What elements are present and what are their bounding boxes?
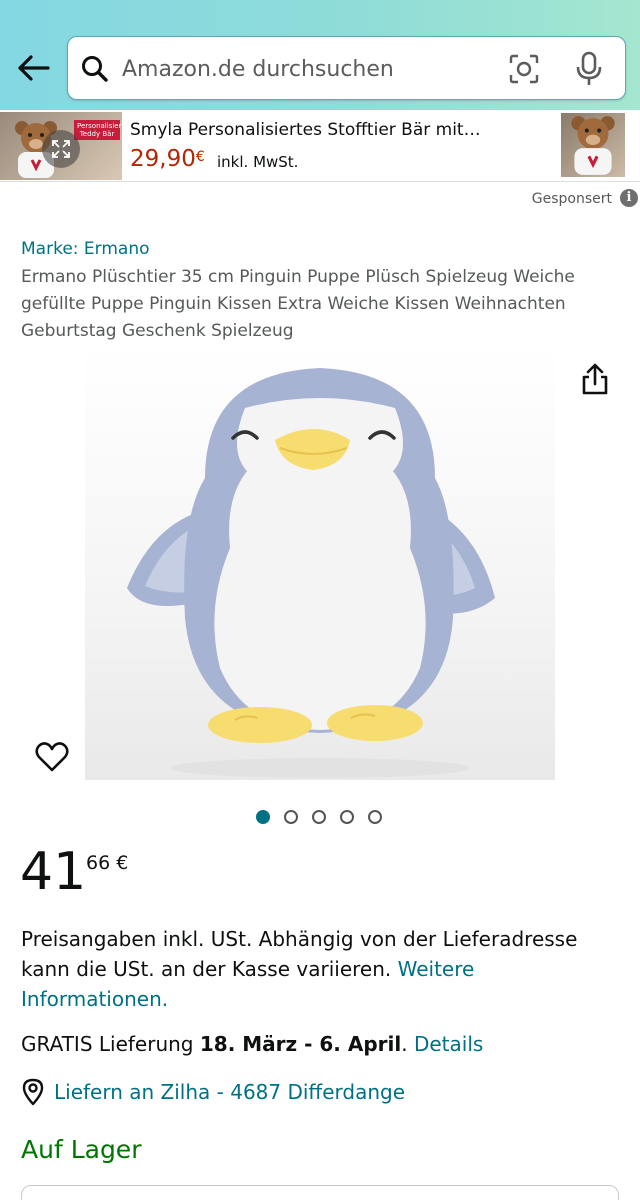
camera-lens-icon[interactable] [508,53,540,85]
sponsored-price: 29,90€ [130,146,205,172]
image-pagination [256,810,382,824]
heart-icon [35,742,69,772]
penguin-plush-image [127,368,495,778]
sponsored-currency: € [195,149,205,165]
image-dot-2[interactable] [284,810,298,824]
sponsored-price-value: 29,90 [130,146,196,172]
image-dot-4[interactable] [340,810,354,824]
expand-button[interactable] [42,130,80,168]
delivery-details-link[interactable]: Details [414,1032,483,1056]
search-icon [82,56,108,82]
search-bar[interactable] [67,36,626,101]
search-input[interactable] [122,37,502,101]
share-icon [582,363,608,395]
sponsored-label: Gesponsert [531,191,612,207]
location-text: Liefern an Zilha - 4687 Differdange [54,1080,406,1104]
delivery-dates: 18. März - 6. April [199,1032,402,1056]
delivery-prefix: GRATIS Lieferung [21,1032,194,1056]
price-fraction: 66 € [86,852,129,874]
sponsored-product-image[interactable] [561,113,625,177]
delivery-info: GRATIS Lieferung 18. März - 6. April. De… [21,1032,483,1056]
stock-status: Auf Lager [21,1135,142,1164]
tax-info: Preisangaben inkl. USt. Abhängig von der… [21,924,611,1014]
image-dot-3[interactable] [312,810,326,824]
tax-text: Preisangaben inkl. USt. Abhängig von der… [21,927,578,981]
location-pin-icon [22,1078,44,1106]
back-button[interactable] [14,48,54,88]
delivery-location[interactable]: Liefern an Zilha - 4687 Differdange [21,1078,405,1106]
sponsored-vat-note: inkl. MwSt. [217,153,299,171]
price-whole: 41 [20,842,87,902]
image-dot-5[interactable] [368,810,382,824]
product-title: Ermano Plüschtier 35 cm Pinguin Puppe Pl… [21,267,575,341]
wishlist-button[interactable] [34,740,70,774]
microphone-icon[interactable] [576,51,602,87]
sponsored-product-thumbnail[interactable]: Personalisierter Teddy Bär [0,112,122,180]
image-dot-1[interactable] [256,810,270,824]
sponsored-banner[interactable]: Personalisierter Teddy Bär Smyla Persona… [0,110,640,182]
delivery-suffix: . [401,1032,408,1056]
app-header [0,0,640,110]
arrow-left-icon [18,55,50,81]
sponsored-product-title[interactable]: Smyla Personalisiertes Stofftier Bär mit… [130,120,510,140]
share-button[interactable] [580,362,610,396]
thumbnail-tag: Personalisierter Teddy Bär [74,120,122,140]
teddy-bear-image [571,116,615,175]
expand-icon [52,140,70,158]
info-icon[interactable]: i [620,189,638,207]
product-image[interactable] [85,348,555,780]
brand-link[interactable]: Marke: Ermano [21,239,150,259]
quantity-selector[interactable] [21,1185,619,1200]
